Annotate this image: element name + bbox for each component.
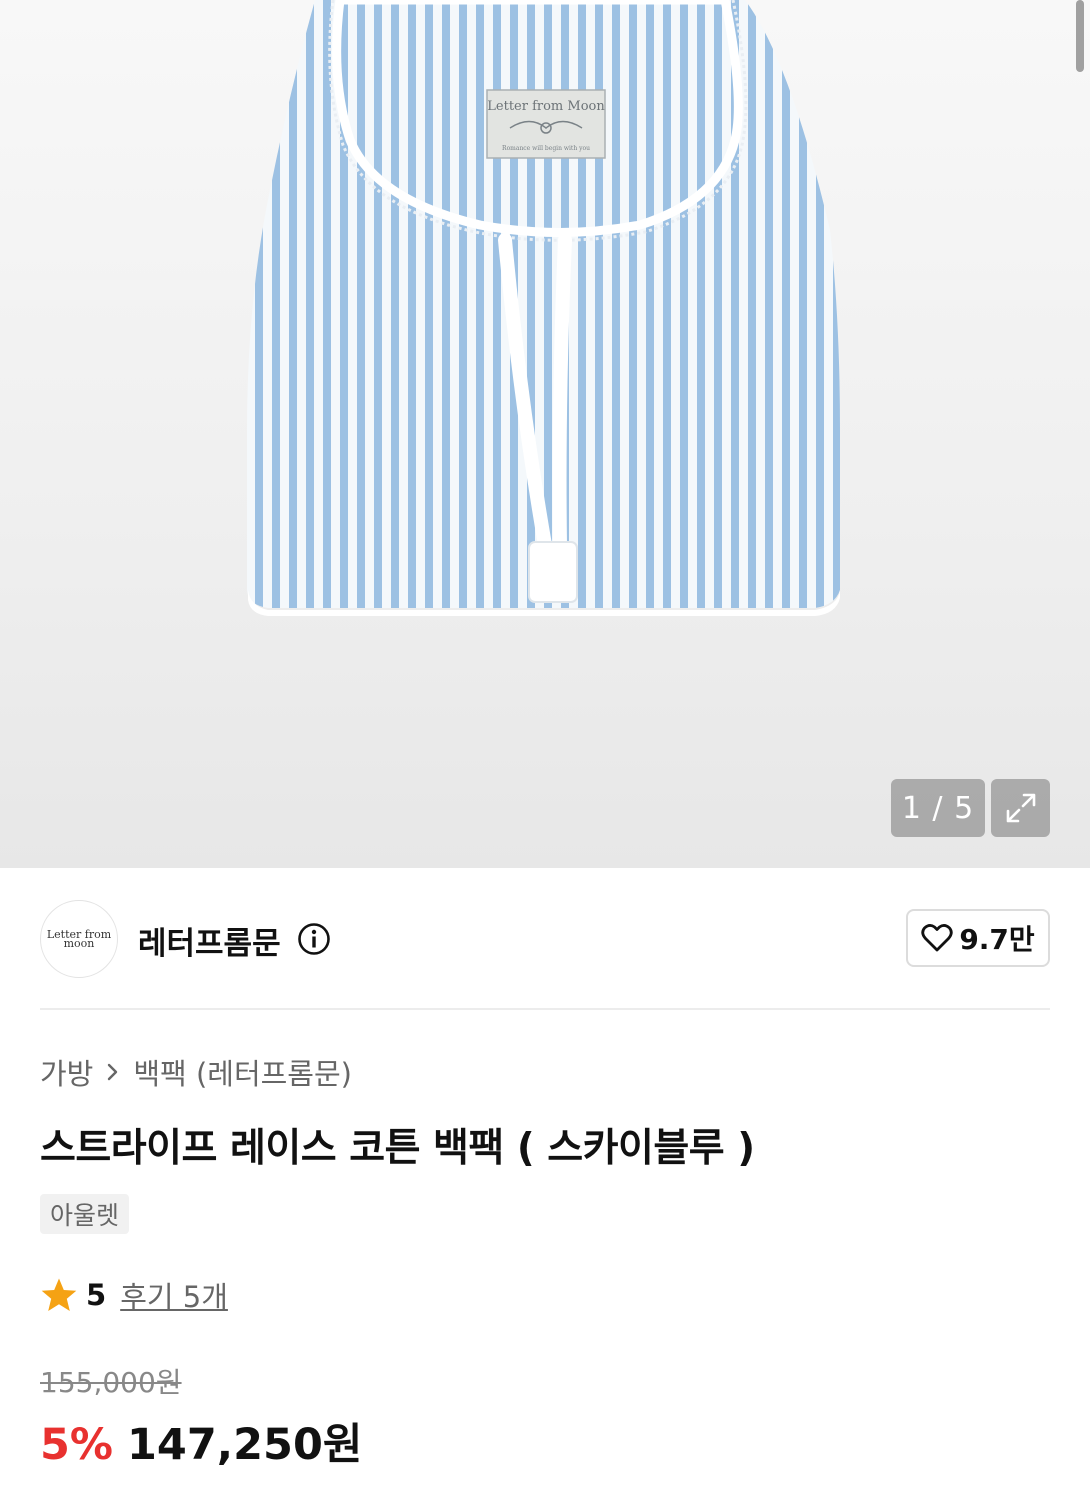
product-image: Letter from Moon Romance will begin with… xyxy=(247,0,840,616)
reviews-link[interactable]: 후기 5개 xyxy=(120,1274,228,1316)
like-count: 9.7만 xyxy=(959,923,1035,956)
sale-price: 147,250원 xyxy=(127,1420,363,1470)
seller-section: Letter from moon 레터프롬문 9.7만 xyxy=(40,900,1050,978)
like-button[interactable]: 9.7만 xyxy=(906,909,1050,967)
breadcrumb-category[interactable]: 가방 xyxy=(40,1051,93,1093)
seller-name[interactable]: 레터프롬문 xyxy=(138,918,281,963)
product-title: 스트라이프 레이스 코튼 백팩 ( 스카이블루 ) xyxy=(40,1126,755,1171)
scrollbar[interactable] xyxy=(1076,0,1084,72)
outlet-tag: 아울렛 xyxy=(40,1194,130,1234)
info-icon[interactable] xyxy=(297,922,331,956)
expand-button[interactable] xyxy=(991,779,1050,837)
breadcrumb: 가방 백팩 (레터프롬문) xyxy=(40,1051,352,1093)
heart-icon xyxy=(921,924,953,952)
breadcrumb-subcategory[interactable]: 백팩 (레터프롬문) xyxy=(133,1051,352,1093)
label-text: Letter from Moon xyxy=(487,99,605,114)
expand-icon xyxy=(1006,793,1035,823)
rating: 5 후기 5개 xyxy=(40,1274,228,1316)
product-image-gallery[interactable]: Letter from Moon Romance will begin with… xyxy=(0,0,1090,868)
price-row: 5% 147,250원 xyxy=(40,1410,362,1472)
rating-score: 5 xyxy=(86,1278,107,1312)
image-counter: 1 / 5 xyxy=(891,779,985,837)
discount-rate: 5% xyxy=(40,1420,114,1470)
seller-logo[interactable]: Letter from moon xyxy=(40,900,118,978)
chevron-right-icon xyxy=(108,1063,118,1081)
original-price: 155,000원 xyxy=(40,1366,182,1399)
star-icon xyxy=(41,1278,77,1311)
label-subtext: Romance will begin with you xyxy=(502,145,590,152)
divider xyxy=(40,1008,1050,1010)
